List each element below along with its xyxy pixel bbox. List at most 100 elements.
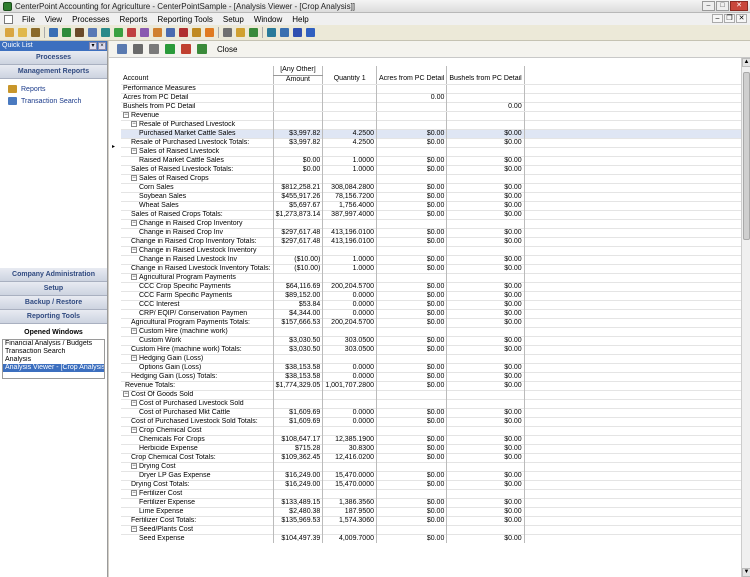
collapse-icon[interactable]: − [131, 490, 137, 496]
collapse-icon[interactable]: − [131, 427, 137, 433]
quick-list-close-button[interactable]: × [98, 42, 106, 50]
table-row[interactable]: Change in Raised Crop Inv $297,617.48 413,… [121, 227, 743, 237]
nav-processes[interactable]: Processes [0, 51, 107, 65]
total-row[interactable]: Sales of Raised Crops Totals: $1,273,873.… [121, 209, 743, 219]
email-icon[interactable] [236, 28, 245, 37]
export-icon[interactable] [249, 28, 258, 37]
document-icon[interactable] [4, 14, 13, 24]
total-row[interactable]: Change in Raised Livestock Inventory Tot… [121, 263, 743, 273]
menu-reporting-tools[interactable]: Reporting Tools [152, 15, 217, 24]
collapse-icon[interactable]: − [131, 355, 137, 361]
ledger-icon[interactable] [101, 28, 110, 37]
collapse-icon[interactable]: − [131, 121, 137, 127]
collapse-icon[interactable]: − [131, 274, 137, 280]
nav-management-reports[interactable]: Management Reports [0, 65, 107, 79]
save-icon[interactable] [117, 44, 127, 54]
calendar-icon[interactable] [192, 28, 201, 37]
table-row[interactable]: Seed Expense $104,497.39 4,009.7000 $0.00 $0… [121, 533, 743, 543]
analysis-grid[interactable]: [Any Other] Account Amount Quantity 1 Acres … [121, 66, 743, 576]
close-button[interactable]: Close [217, 45, 237, 54]
contacts-icon[interactable] [49, 28, 58, 37]
money-icon[interactable] [114, 28, 123, 37]
export-icon[interactable] [197, 44, 207, 54]
report-icon[interactable] [166, 28, 175, 37]
chart-icon[interactable] [62, 28, 71, 37]
total-row[interactable]: Agricultural Program Payments Totals: $15… [121, 317, 743, 327]
menu-processes[interactable]: Processes [67, 15, 114, 24]
total-row[interactable]: Resale of Purchased Livestock Totals: $3,… [121, 137, 743, 147]
filter-icon[interactable] [165, 44, 175, 54]
total-row[interactable]: Drying Cost Totals: $16,249.00 15,470.0000… [121, 479, 743, 489]
nav-backup-restore[interactable]: Backup / Restore [0, 296, 107, 310]
menu-reports[interactable]: Reports [114, 15, 152, 24]
table-row[interactable]: Dryer LP Gas Expense $16,249.00 15,470.000… [121, 470, 743, 480]
collapse-icon[interactable]: − [131, 148, 137, 154]
collapse-icon[interactable]: − [131, 400, 137, 406]
table-row[interactable]: Raised Market Cattle Sales $0.00 1.0000 $0.… [121, 155, 743, 165]
print-icon[interactable] [133, 44, 143, 54]
performance-row[interactable]: Performance Measures [121, 83, 743, 93]
table-row[interactable]: Purchased Market Cattle Sales $3,997.82 4.… [121, 128, 743, 138]
column-header[interactable]: Amount [272, 75, 323, 85]
mdi-restore-button[interactable]: ❐ [724, 14, 735, 23]
table-row[interactable]: Chemicals For Crops $108,647.17 12,385.190… [121, 434, 743, 444]
column-header[interactable]: Quantity 1 [322, 75, 377, 85]
help-icon[interactable] [293, 28, 302, 37]
excel-icon[interactable] [181, 44, 191, 54]
group-row[interactable]: − Cost of Purchased Livestock Sold [121, 398, 743, 408]
collapse-icon[interactable]: − [131, 463, 137, 469]
menu-window[interactable]: Window [249, 15, 287, 24]
table-row[interactable]: Herbicide Expense $715.28 30.8300 $0.00 $0.0… [121, 443, 743, 453]
collapse-icon[interactable]: − [131, 247, 137, 253]
scrollbar-thumb[interactable] [743, 72, 750, 240]
total-row[interactable]: Crop Chemical Cost Totals: $109,362.45 12,… [121, 452, 743, 462]
group-row[interactable]: − Agricultural Program Payments [121, 272, 743, 282]
group-row[interactable]: − Change in Raised Livestock Inventory [121, 245, 743, 255]
group-row[interactable]: − Sales of Raised Livestock [121, 146, 743, 156]
group-row[interactable]: − Custom Hire (machine work) [121, 326, 743, 336]
group-row[interactable]: − Drying Cost [121, 461, 743, 471]
mdi-minimize-button[interactable]: – [712, 14, 723, 23]
group-row[interactable]: − Sales of Raised Crops [121, 173, 743, 183]
table-row[interactable]: Corn Sales $812,258.21 308,084.2800 $0.00 $0… [121, 182, 743, 192]
group-row[interactable]: − Resale of Purchased Livestock [121, 119, 743, 129]
web-icon[interactable] [280, 28, 289, 37]
scroll-up-icon[interactable]: ▲ [742, 58, 750, 67]
table-row[interactable]: CRP/ EQIP/ Conservation Paymen $4,344.00 0… [121, 308, 743, 318]
table-row[interactable]: CCC Interest $53.84 0.0000 $0.00 $0.00 [121, 299, 743, 309]
print-icon[interactable] [223, 28, 232, 37]
mdi-close-button[interactable]: ✕ [736, 14, 747, 23]
menu-file[interactable]: File [17, 15, 40, 24]
scale-icon[interactable] [31, 28, 40, 37]
nav-company-administration[interactable]: Company Administration [0, 268, 107, 282]
table-row[interactable]: CCC Farm Specific Payments $89,152.00 0.00… [121, 290, 743, 300]
table-row[interactable]: Options Gain (Loss) $38,153.58 0.0000 $0.00… [121, 362, 743, 372]
menu-view[interactable]: View [40, 15, 67, 24]
collapse-icon[interactable]: − [131, 328, 137, 334]
table-row[interactable]: Lime Expense $2,480.38 187.9500 $0.00 $0.00 [121, 506, 743, 516]
column-header[interactable]: Account [121, 75, 274, 85]
box-icon[interactable] [75, 28, 84, 37]
menu-help[interactable]: Help [287, 15, 313, 24]
vertical-scrollbar[interactable]: ▲ ▼ [741, 58, 750, 577]
collapse-icon[interactable]: − [131, 220, 137, 226]
group-row[interactable]: − Fertilizer Cost [121, 488, 743, 498]
total-row[interactable]: Sales of Raised Livestock Totals: $0.00 1.… [121, 164, 743, 174]
column-header[interactable]: Bushels from PC Detail [446, 75, 525, 85]
pin-button[interactable]: ▾ [89, 42, 97, 50]
collapse-icon[interactable]: − [131, 526, 137, 532]
total-row[interactable]: Revenue Totals: $1,774,329.05 1,001,707.28… [121, 380, 743, 390]
table-row[interactable]: Soybean Sales $455,917.26 78,156.7200 $0.00… [121, 191, 743, 201]
table-row[interactable]: Custom Work $3,030.50 303.0500 $0.00 $0.00 [121, 335, 743, 345]
table-row[interactable]: Cost of Purchased Mkt Cattle $1,609.69 0.0… [121, 407, 743, 417]
table-row[interactable]: Wheat Sales $5,697.67 1,756.4000 $0.00 $0.00 [121, 200, 743, 210]
open-icon[interactable] [18, 28, 27, 37]
total-row[interactable]: Change in Raised Crop Inventory Totals: $… [121, 236, 743, 246]
table-row[interactable]: Change in Raised Livestock Inv ($10.00) 1.… [121, 254, 743, 264]
group-row[interactable]: − Crop Chemical Cost [121, 425, 743, 435]
close-window-button[interactable]: ✕ [730, 1, 748, 11]
clock-icon[interactable] [205, 28, 214, 37]
group-row[interactable]: − Hedging Gain (Loss) [121, 353, 743, 363]
total-row[interactable]: Cost of Purchased Livestock Sold Totals:… [121, 416, 743, 426]
opened-window-item[interactable]: Transaction Search [3, 348, 104, 356]
